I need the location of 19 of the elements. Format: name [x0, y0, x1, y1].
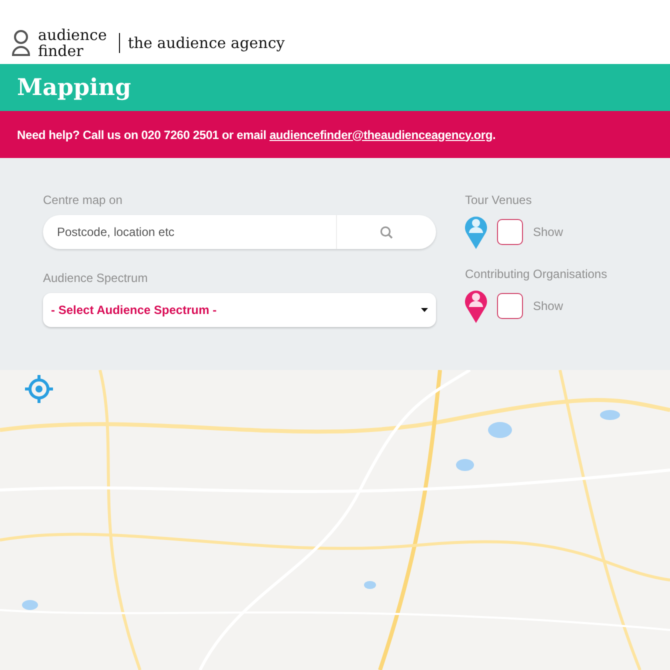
show-checkbox[interactable] [497, 293, 523, 319]
search-field[interactable]: Postcode, location etc [43, 215, 436, 249]
spectrum-dropdown[interactable]: - Select Audience Spectrum - [43, 293, 436, 327]
layer-label: Tour Venues [465, 192, 533, 209]
field-label: Centre map on [43, 192, 124, 209]
show-checkbox[interactable] [497, 219, 523, 245]
caret-icon [421, 308, 428, 312]
page-title: Mapping [17, 74, 132, 102]
email-link[interactable]: audiencefinder@theaudienceagency.org [269, 128, 492, 142]
help-text: Need help? Call us on 020 7260 2501 or email audiencefinder@theaudienceagency.org. [17, 126, 496, 144]
layer-label: Contributing Organisations [465, 266, 608, 283]
checkbox-label: Show [533, 224, 564, 241]
field-label: Audience Spectrum [43, 270, 149, 287]
agency-name: the audience agency [118, 33, 285, 53]
person-icon [12, 30, 30, 56]
brand-logo-text: audience finder [38, 27, 107, 59]
checkbox-label: Show [533, 298, 564, 315]
locate-icon[interactable] [24, 374, 54, 404]
search-icon [380, 226, 393, 238]
